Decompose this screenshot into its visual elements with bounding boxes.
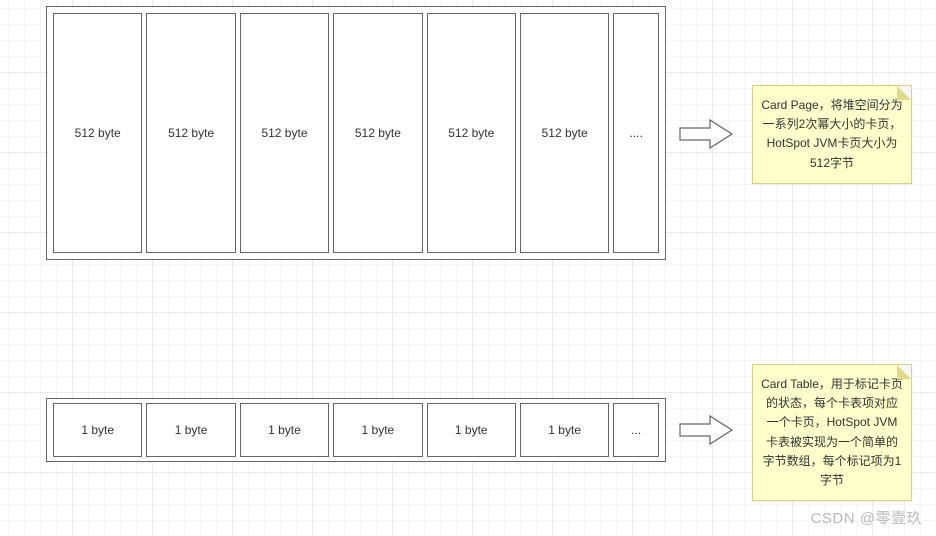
- card-table-cell: 1 byte: [53, 403, 142, 457]
- card-page-cell: 512 byte: [53, 13, 142, 253]
- card-table-cell: 1 byte: [427, 403, 516, 457]
- card-page-cell: 512 byte: [146, 13, 235, 253]
- card-table-note: Card Table，用于标记卡页的状态，每个卡表项对应一个卡页，HotSpot…: [752, 364, 912, 501]
- card-table-cell: 1 byte: [333, 403, 422, 457]
- watermark: CSDN @零壹玖: [811, 507, 922, 528]
- arrow-right-icon: [678, 414, 734, 446]
- card-table-array: 1 byte 1 byte 1 byte 1 byte 1 byte 1 byt…: [46, 398, 666, 462]
- card-page-array: 512 byte 512 byte 512 byte 512 byte 512 …: [46, 6, 666, 260]
- card-page-cell: 512 byte: [240, 13, 329, 253]
- card-table-cell: 1 byte: [520, 403, 609, 457]
- arrow-right-icon: [678, 118, 734, 150]
- card-page-cell-more: ....: [613, 13, 659, 253]
- card-page-cell: 512 byte: [427, 13, 516, 253]
- card-page-cell: 512 byte: [333, 13, 422, 253]
- card-table-cell: 1 byte: [240, 403, 329, 457]
- card-page-cell: 512 byte: [520, 13, 609, 253]
- card-table-cell-more: ...: [613, 403, 659, 457]
- card-page-note: Card Page，将堆空间分为一系列2次幂大小的卡页，HotSpot JVM卡…: [752, 85, 912, 184]
- card-table-cell: 1 byte: [146, 403, 235, 457]
